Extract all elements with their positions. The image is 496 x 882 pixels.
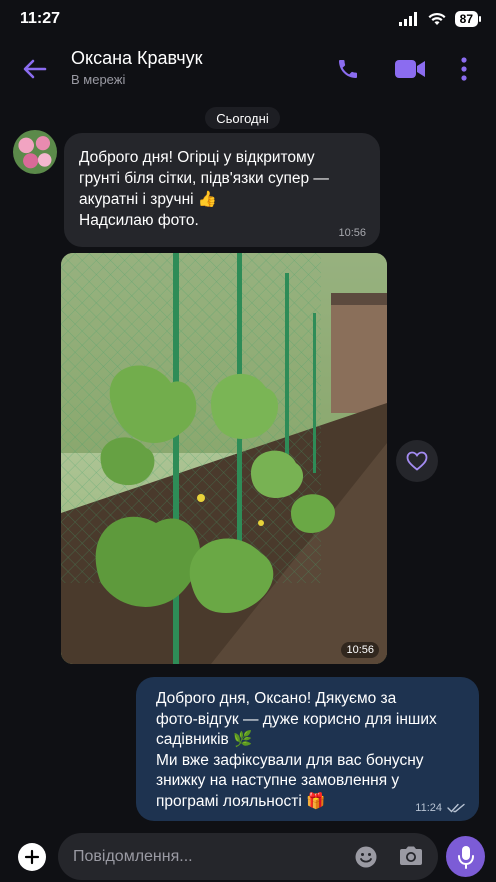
date-divider: Сьогодні (205, 107, 280, 129)
message-timestamp: 11:24 (415, 802, 442, 814)
read-receipt-icon (447, 803, 465, 813)
cucumber-garden-photo (61, 253, 387, 664)
more-options-button[interactable] (454, 55, 474, 83)
message-timestamp: 10:56 (338, 227, 366, 239)
heart-icon (406, 451, 428, 471)
more-icon (461, 57, 467, 81)
voice-message-button[interactable] (446, 836, 485, 877)
camera-icon (400, 846, 422, 865)
back-button[interactable] (18, 52, 52, 86)
back-arrow-icon (23, 59, 47, 79)
contact-avatar[interactable] (13, 130, 57, 174)
incoming-message-bubble[interactable]: Доброго дня! Огірці у відкритому грунті … (64, 133, 380, 247)
contact-status: В мережі (71, 72, 126, 87)
status-time: 11:27 (20, 10, 61, 27)
like-button[interactable] (396, 440, 438, 482)
phone-icon (339, 60, 357, 78)
video-call-button[interactable] (393, 55, 427, 83)
emoji-button[interactable] (354, 845, 378, 869)
photo-timestamp: 10:56 (341, 642, 379, 658)
signal-icon (398, 12, 417, 26)
status-indicators: 87 (398, 11, 482, 27)
outgoing-message-text: Доброго дня, Оксано! Дякуємо за фото-від… (156, 690, 437, 810)
outgoing-message-bubble[interactable]: Доброго дня, Оксано! Дякуємо за фото-від… (136, 677, 479, 821)
call-button[interactable] (334, 55, 362, 83)
wifi-icon (428, 12, 446, 25)
mic-icon (457, 845, 474, 869)
plus-icon (24, 849, 40, 865)
contact-name[interactable]: Оксана Кравчук (71, 48, 203, 69)
emoji-icon (355, 846, 377, 868)
video-icon (395, 60, 425, 78)
photo-message[interactable]: 10:56 (61, 253, 387, 664)
message-input[interactable] (73, 833, 333, 880)
outgoing-message-meta: 11:24 (415, 802, 465, 814)
message-composer[interactable] (58, 833, 438, 880)
incoming-message-text: Доброго дня! Огірці у відкритому грунті … (79, 149, 329, 229)
camera-button[interactable] (398, 845, 424, 869)
attach-button[interactable] (18, 843, 46, 871)
battery-indicator: 87 (454, 11, 482, 27)
